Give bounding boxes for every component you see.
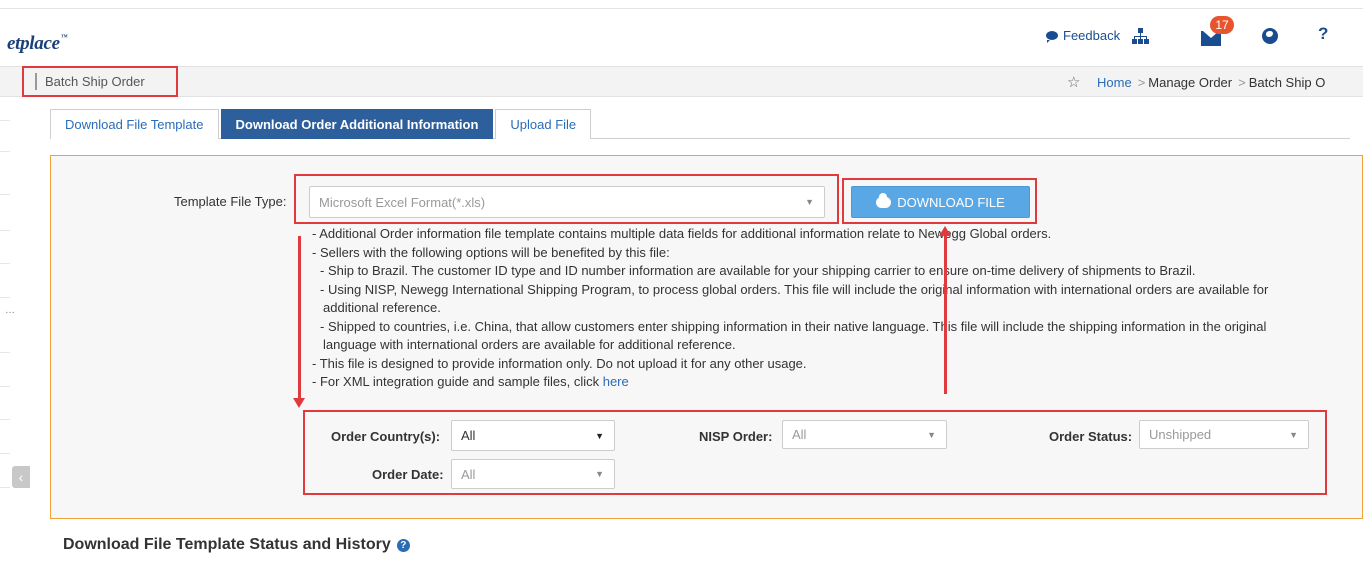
breadcrumb-home[interactable]: Home [1097, 75, 1132, 90]
breadcrumb-batch-ship: Batch Ship O [1248, 75, 1326, 90]
help-circle-icon[interactable]: ? [396, 538, 410, 552]
favorite-star-icon[interactable]: ☆ [1067, 73, 1080, 91]
section-title: Download File Template Status and Histor… [63, 536, 410, 554]
tab-bar: Download File Template Download Order Ad… [50, 109, 593, 139]
template-file-type-value: Microsoft Excel Format(*.xls) [319, 194, 486, 210]
annotation-arrow-down [298, 236, 301, 401]
page-title-text: Batch Ship Order [45, 74, 145, 89]
order-date-value: All [461, 466, 476, 482]
info-line: additional reference. [323, 300, 441, 315]
annotation-arrowhead-up [939, 226, 951, 236]
info-line-xml-text: - For XML integration guide and sample f… [312, 374, 603, 389]
download-file-button[interactable]: DOWNLOAD FILE [851, 186, 1030, 218]
sitemap-icon[interactable] [1132, 28, 1149, 44]
more-icon[interactable]: … [5, 305, 15, 316]
order-status-value: Unshipped [1149, 427, 1212, 442]
breadcrumb-separator: > [1137, 75, 1146, 90]
info-line: - Sellers with the following options wil… [312, 244, 670, 260]
chevron-down-icon: ▼ [1289, 429, 1298, 440]
breadcrumb-manage-order[interactable]: Manage Order [1148, 75, 1232, 90]
breadcrumb: Home > Manage Order > Batch Ship O [1097, 75, 1325, 90]
order-date-label: Order Date: [372, 467, 444, 482]
page-title: Batch Ship Order [22, 66, 178, 97]
annotation-arrow-up [944, 234, 947, 394]
order-country-select[interactable]: All ▼ [451, 420, 615, 451]
top-divider [0, 8, 1363, 9]
feedback-label: Feedback [1063, 28, 1121, 43]
feedback-link[interactable]: Feedback [1046, 28, 1120, 43]
comment-icon [1046, 31, 1058, 43]
nisp-order-value: All [792, 427, 807, 442]
tab-download-file-template[interactable]: Download File Template [50, 109, 219, 139]
order-status-select[interactable]: Unshipped ▼ [1139, 420, 1309, 449]
section-title-text: Download File Template Status and Histor… [63, 536, 391, 553]
download-file-label: DOWNLOAD FILE [897, 194, 1005, 210]
info-line: - Ship to Brazil. The customer ID type a… [320, 263, 1196, 278]
chevron-down-icon: ▼ [927, 429, 936, 440]
xml-guide-link[interactable]: here [603, 374, 629, 389]
left-rail [0, 97, 10, 569]
tab-upload-file[interactable]: Upload File [495, 109, 592, 139]
info-line: language with international orders are a… [323, 337, 736, 352]
help-icon[interactable]: ? [1318, 24, 1328, 44]
info-line-xml: - For XML integration guide and sample f… [312, 373, 1268, 392]
template-file-type-select[interactable]: Microsoft Excel Format(*.xls) ▼ [309, 186, 825, 218]
info-line: - Shipped to countries, i.e. China, that… [320, 318, 1267, 334]
info-line: - Using NISP, Newegg International Shipp… [320, 281, 1269, 297]
info-line: - This file is designed to provide infor… [312, 355, 807, 371]
chevron-down-icon: ▼ [805, 197, 814, 207]
tab-download-order-additional-information[interactable]: Download Order Additional Information [220, 109, 494, 139]
order-country-value: All [461, 428, 476, 443]
mail-count-badge: 17 [1210, 16, 1234, 34]
globe-icon[interactable] [1262, 28, 1278, 44]
info-text: - Additional Order information file temp… [312, 225, 1268, 392]
collapse-sidebar-icon[interactable]: ‹ [12, 466, 30, 488]
chevron-down-icon: ▼ [595, 469, 604, 479]
annotation-arrowhead-down [293, 398, 305, 408]
title-divider [35, 73, 37, 90]
template-file-type-label: Template File Type: [174, 194, 287, 209]
marketplace-logo[interactable]: etplace™ [7, 33, 68, 55]
order-status-label: Order Status: [1049, 429, 1133, 444]
order-date-select[interactable]: All ▼ [451, 459, 615, 489]
nisp-order-label: NISP Order: [699, 429, 773, 444]
info-line: - Additional Order information file temp… [312, 226, 1052, 241]
nisp-order-select[interactable]: All ▼ [782, 420, 947, 449]
order-country-label: Order Country(s): [331, 429, 441, 444]
cloud-download-icon [876, 192, 892, 208]
chevron-down-icon: ▼ [595, 430, 604, 441]
breadcrumb-separator: > [1238, 75, 1246, 90]
